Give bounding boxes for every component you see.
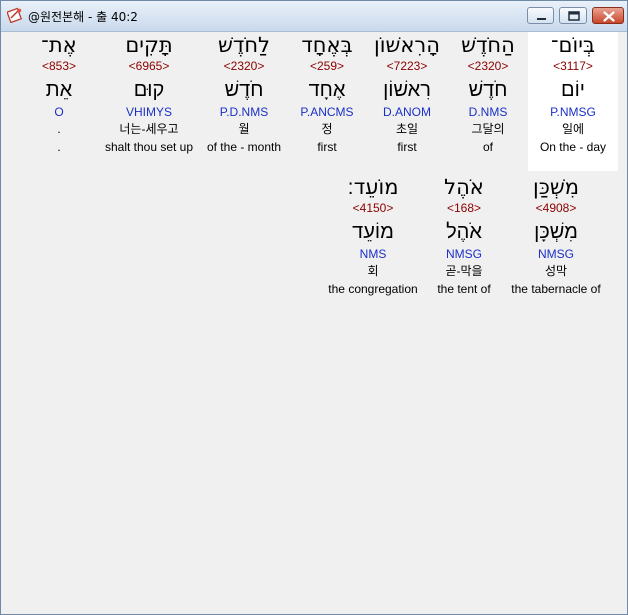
close-icon (603, 11, 615, 22)
hebrew-word: אֹהֶל (444, 175, 484, 199)
english-gloss: first (317, 140, 337, 154)
hebrew-word: תָּקִים (125, 33, 173, 57)
english-gloss: of the - month (206, 140, 282, 154)
korean-gloss: 너는-세우고 (119, 122, 179, 136)
korean-gloss: 성막 (544, 264, 568, 278)
english-gloss: the congregation (328, 282, 418, 296)
hebrew-word: אֶת־ (41, 33, 77, 57)
morphology-code[interactable]: P.ANCMS (282, 104, 372, 120)
strongs-number[interactable]: <6965> (96, 58, 202, 74)
korean-gloss: 초일 (395, 122, 419, 136)
app-window: @원전본해 - 출 40:2 בְּיוֹם־ <3117> יוֹם P.NM… (0, 0, 628, 615)
word-column[interactable]: הָרִאשׁוֹן <7223> רִאשׁוֹן D.ANOM 초일 fir… (362, 32, 452, 156)
english-gloss: first (397, 140, 417, 154)
morphology-code[interactable]: VHIMYS (96, 104, 202, 120)
hebrew-lemma: יוֹם (561, 79, 585, 101)
word-column[interactable]: בְּאֶחָד <259> אֶחָד P.ANCMS 정 first (282, 32, 372, 156)
korean-gloss: 월 (238, 122, 250, 136)
morphology-code[interactable]: P.NMSG (528, 104, 618, 120)
english-gloss: . (57, 140, 61, 154)
morphology-code[interactable]: P.D.NMS (199, 104, 289, 120)
morphology-code[interactable]: O (29, 104, 89, 120)
korean-gloss: 일에 (561, 122, 585, 136)
hebrew-word: בְּאֶחָד (301, 33, 353, 57)
strongs-number[interactable]: <2320> (199, 58, 289, 74)
word-column[interactable]: בְּיוֹם־ <3117> יוֹם P.NMSG 일에 On the - … (528, 32, 618, 171)
word-column[interactable]: מוֹעֵד׃ <4150> מוֹעֵד NMS 회 the congrega… (321, 174, 425, 298)
strongs-number[interactable]: <4150> (321, 200, 425, 216)
english-gloss: of (482, 140, 493, 154)
english-gloss: the tabernacle of (511, 282, 601, 296)
english-gloss: the tent of (437, 282, 491, 296)
minimize-button[interactable] (527, 7, 554, 24)
hebrew-word: מִשְׁכַּן (533, 175, 579, 199)
hebrew-lemma: קוּם (133, 79, 165, 101)
strongs-number[interactable]: <168> (419, 200, 509, 216)
strongs-number[interactable]: <4908> (505, 200, 607, 216)
morphology-code[interactable]: NMSG (419, 246, 509, 262)
hebrew-lemma: מִשְׁכָּן (534, 221, 578, 243)
korean-gloss: 곧-막을 (445, 264, 483, 278)
korean-gloss: 그달의 (471, 122, 505, 136)
word-column[interactable]: אֹהֶל <168> אֹהֶל NMSG 곧-막을 the tent of (419, 174, 509, 298)
hebrew-lemma: אֹהֶל (446, 221, 482, 243)
word-column[interactable]: הַחֹדֶשׁ <2320> חֹדֶשׁ D.NMS 그달의 of (443, 32, 533, 156)
morphology-code[interactable]: NMSG (505, 246, 607, 262)
strongs-number[interactable]: <7223> (362, 58, 452, 74)
hebrew-word: הַחֹדֶשׁ (461, 33, 515, 57)
window-title: @원전본해 - 출 40:2 (28, 10, 138, 24)
hebrew-lemma: אֶחָד (308, 79, 346, 101)
maximize-icon (568, 11, 580, 21)
hebrew-lemma: חֹדֶשׁ (468, 79, 508, 101)
word-column[interactable]: אֶת־ <853> אֵת O . . (29, 32, 89, 156)
maximize-button[interactable] (559, 7, 587, 24)
strongs-number[interactable]: <259> (282, 58, 372, 74)
morphology-code[interactable]: D.NMS (443, 104, 533, 120)
word-column[interactable]: מִשְׁכַּן <4908> מִשְׁכָּן NMSG 성막 the t… (505, 174, 607, 298)
english-gloss: On the - day (539, 140, 607, 154)
morphology-code[interactable]: NMS (321, 246, 425, 262)
english-gloss: shalt thou set up (104, 140, 194, 154)
hebrew-word: לַחֹדֶשׁ (218, 33, 270, 57)
hebrew-lemma: מוֹעֵד (352, 221, 394, 243)
hebrew-word: מוֹעֵד׃ (347, 175, 399, 199)
korean-gloss: . (57, 122, 61, 136)
korean-gloss: 회 (367, 264, 379, 278)
hebrew-lemma: אֵת (45, 79, 73, 101)
close-button[interactable] (592, 7, 624, 24)
korean-gloss: 정 (321, 122, 333, 136)
hebrew-lemma: חֹדֶשׁ (224, 79, 264, 101)
word-column[interactable]: תָּקִים <6965> קוּם VHIMYS 너는-세우고 shalt … (96, 32, 202, 156)
hebrew-lemma: רִאשׁוֹן (383, 79, 431, 101)
title-bar[interactable]: @원전본해 - 출 40:2 (1, 1, 627, 32)
strongs-number[interactable]: <2320> (443, 58, 533, 74)
strongs-number[interactable]: <853> (29, 58, 89, 74)
hebrew-word: בְּיוֹם־ (550, 33, 596, 57)
minimize-icon (537, 18, 546, 20)
strongs-number[interactable]: <3117> (528, 58, 618, 74)
word-column[interactable]: לַחֹדֶשׁ <2320> חֹדֶשׁ P.D.NMS 월 of the … (199, 32, 289, 156)
hebrew-word: הָרִאשׁוֹן (374, 33, 440, 57)
interlinear-view: בְּיוֹם־ <3117> יוֹם P.NMSG 일에 On the - … (3, 32, 625, 612)
morphology-code[interactable]: D.ANOM (362, 104, 452, 120)
app-icon[interactable] (6, 7, 23, 24)
